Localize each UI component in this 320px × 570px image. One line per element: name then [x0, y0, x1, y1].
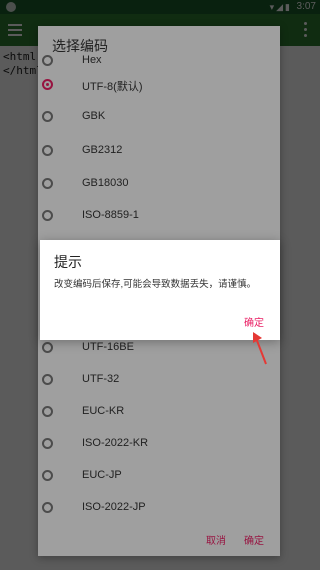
tip-message: 改变编码后保存,可能会导致数据丢失，请谨慎。 — [54, 279, 257, 290]
tip-title: 提示 — [54, 254, 82, 270]
tip-ok-button[interactable]: 确定 — [244, 314, 264, 329]
pointer-arrow-icon — [253, 332, 267, 365]
tip-dialog: 提示 改变编码后保存,可能会导致数据丢失，请谨慎。 确定 — [40, 240, 280, 340]
